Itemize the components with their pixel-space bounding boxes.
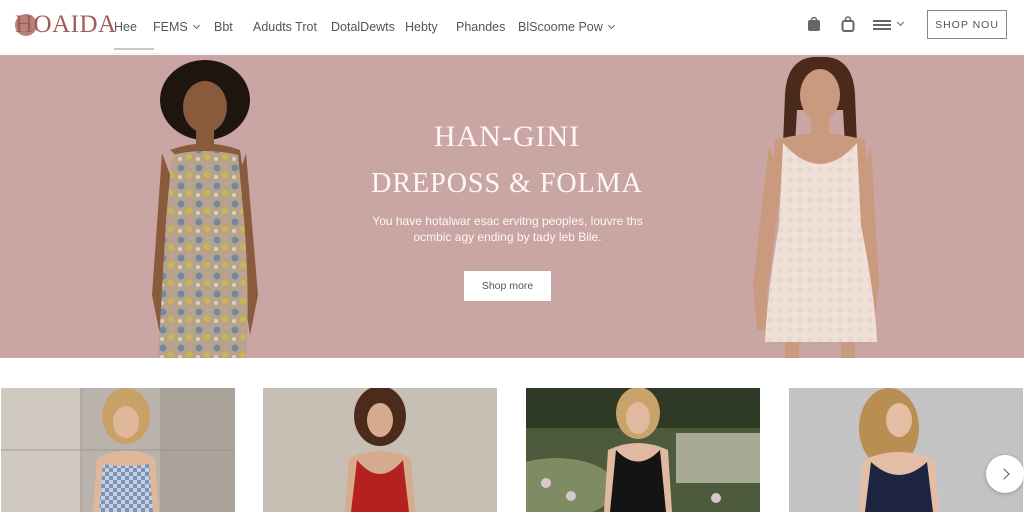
nav-item-bbt[interactable]: Bbt — [214, 0, 253, 54]
hero-model-left-image — [140, 55, 265, 358]
shopping-bag-icon[interactable] — [840, 16, 856, 32]
hero-title-line1: HAN-GINI — [433, 120, 581, 153]
main-nav: Hee FEMS Bbt Adudts Trot DotalDewts Hebt… — [114, 0, 628, 54]
product-image — [1, 388, 235, 512]
nav-item-fems[interactable]: FEMS — [153, 0, 214, 54]
site-header: HOAIDA Hee FEMS Bbt Adudts Trot DotalDew… — [0, 0, 1024, 54]
product-grid — [0, 388, 1024, 512]
hero-banner: HAN-GINI DREPOSS & FOLMA You have hotalw… — [0, 55, 1024, 358]
logo-text: HOAIDA — [15, 11, 117, 38]
chevron-right-icon — [997, 468, 1010, 480]
shop-now-button[interactable]: SHOP NOU — [927, 10, 1007, 39]
hero-model-right-image — [745, 55, 880, 358]
product-card[interactable] — [1, 388, 235, 512]
nav-item-dotaldewts[interactable]: DotalDewts — [331, 0, 405, 54]
product-card[interactable] — [263, 388, 497, 512]
product-image — [789, 388, 1023, 512]
nav-item-phandes[interactable]: Phandes — [456, 0, 518, 54]
header-icons — [806, 16, 905, 32]
nav-item-home[interactable]: Hee — [114, 0, 154, 54]
product-card[interactable] — [789, 388, 1023, 512]
chevron-down-icon — [896, 18, 905, 27]
product-card[interactable] — [526, 388, 760, 512]
language-selector[interactable] — [873, 18, 905, 31]
shop-more-button[interactable]: Shop more — [464, 271, 551, 301]
chevron-down-icon — [192, 21, 200, 30]
product-image — [263, 388, 497, 512]
chevron-down-icon — [607, 21, 615, 30]
hero-title-line2: DREPOSS & FOLMA — [371, 168, 643, 199]
brand-logo[interactable]: HOAIDA — [2, 10, 117, 40]
product-image — [526, 388, 760, 512]
hero-subtitle: You have hotalwar esac ervitng peoples, … — [372, 214, 643, 244]
flag-icon — [873, 19, 891, 31]
nav-item-adults[interactable]: Adudts Trot — [253, 0, 331, 54]
nav-item-hebty[interactable]: Hebty — [405, 0, 456, 54]
account-icon[interactable] — [806, 16, 822, 32]
carousel-next-button[interactable] — [986, 455, 1024, 493]
nav-item-blscoome[interactable]: BlScoome Pow — [518, 0, 628, 54]
